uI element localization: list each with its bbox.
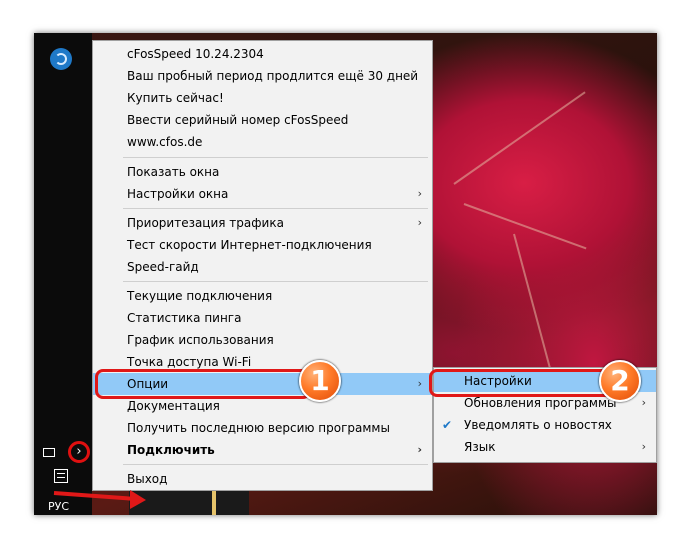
annotation-arrow-icon — [53, 490, 146, 509]
desktop-screen: › РУС cFosSpeed 10.24.2304 Ваш пробный п… — [34, 33, 657, 515]
